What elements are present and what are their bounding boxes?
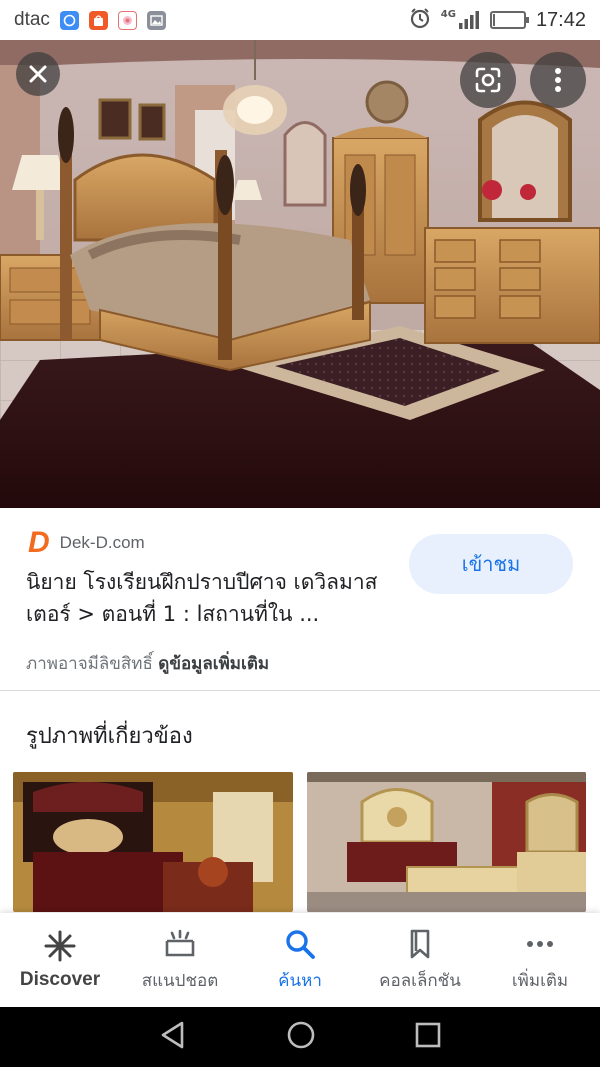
more-options-button[interactable] [530,52,586,108]
more-info-link[interactable]: ดูข้อมูลเพิ่มเติม [158,654,269,674]
nav-snapshot-label: สแนปชอต [141,970,219,991]
shopee-icon [88,10,108,30]
google-lens-icon [475,67,501,93]
bottom-navigation: Discover สแนปชอต ค้นหา คอลเล็กชัน เพิ่มเ… [0,913,600,1007]
close-button[interactable] [16,52,60,96]
network-type: 4G [440,9,456,20]
source-name: Dek-D.com [59,533,145,552]
dek-d-logo: D [28,526,50,559]
back-triangle-icon [162,1021,184,1049]
back-button[interactable] [158,1020,188,1054]
signal-icon: 4G [441,10,480,30]
gallery-icon [146,10,166,30]
nav-more[interactable]: เพิ่มเติม [480,913,600,1007]
related-image-1[interactable] [13,772,293,912]
related-images-heading: รูปภาพที่เกี่ยวข้อง [26,724,193,749]
gift-icon [117,10,137,30]
asterisk-icon [44,930,76,962]
carrier-name: dtac [14,9,50,30]
search-icon [286,929,315,959]
status-right: 4G 17:42 [409,7,586,33]
recents-square-icon [415,1022,440,1048]
nav-search-label: ค้นหา [278,970,322,991]
related-image-1-photo [13,772,293,912]
snapshot-icon [165,929,195,956]
recents-button[interactable] [414,1021,442,1053]
system-navigation-bar [0,1007,600,1067]
source-row[interactable]: D Dek-D.com [28,528,145,558]
home-button[interactable] [285,1019,317,1055]
home-circle-icon [287,1021,315,1049]
lens-button[interactable] [460,52,516,108]
screen: { "status_bar": { "carrier": "dtac", "ne… [0,0,600,1067]
copyright-text: ภาพอาจมีลิขสิทธิ์ [26,654,153,674]
nav-snapshot[interactable]: สแนปชอต [120,913,240,1007]
bookmark-icon [410,929,430,958]
more-vert-icon [555,68,561,92]
battery-level [492,14,495,26]
nav-collections[interactable]: คอลเล็กชัน [360,913,480,1007]
visit-button[interactable]: เข้าชม [409,534,573,594]
related-image-2-photo [307,772,586,912]
preview-image[interactable] [0,40,600,508]
close-icon [29,65,47,83]
result-title[interactable]: นิยาย โรงเรียนฝึกปราบปีศาจ เดวิลมาสเตอร์… [26,566,396,630]
nav-collections-label: คอลเล็กชัน [379,970,461,991]
messenger-icon [59,10,79,30]
clock: 17:42 [535,8,586,31]
nav-search[interactable]: ค้นหา [240,913,360,1007]
divider [0,690,600,691]
copyright-notice: ภาพอาจมีลิขสิทธิ์ ดูข้อมูลเพิ่มเติม [26,650,269,677]
nav-discover[interactable]: Discover [0,913,120,1007]
related-image-2[interactable] [307,772,586,912]
status-bar: dtac 4G 17:42 [0,0,600,40]
alarm-icon [409,7,431,33]
more-horiz-icon [527,940,553,947]
nav-more-label: เพิ่มเติม [511,970,569,991]
bedroom-photo [0,40,600,508]
battery-icon [489,11,529,29]
nav-discover-label: Discover [19,969,101,990]
